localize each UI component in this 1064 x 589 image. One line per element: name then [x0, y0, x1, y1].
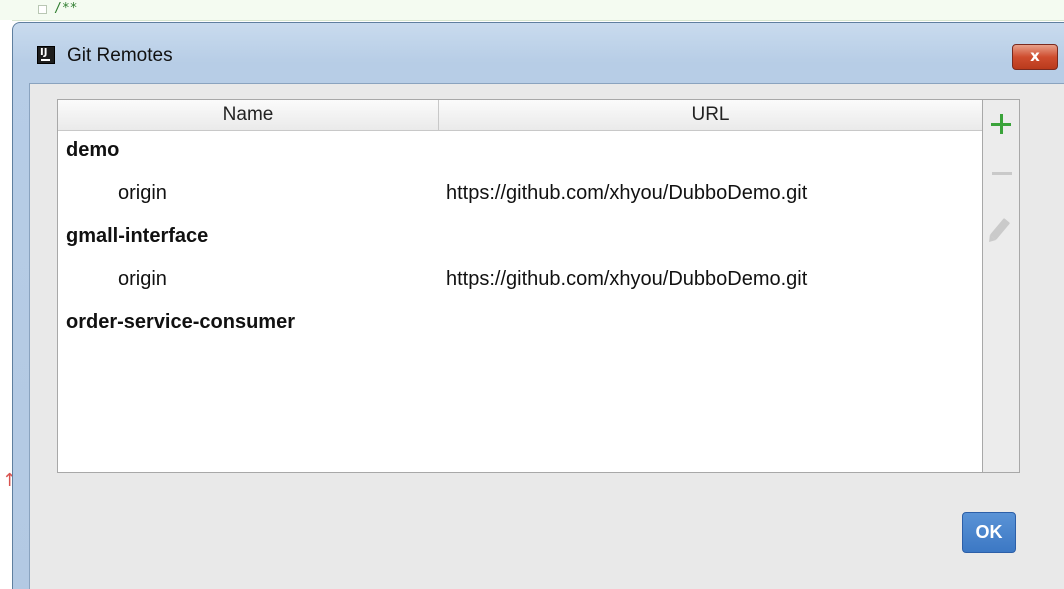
- intellij-app-icon: IJ: [37, 46, 55, 64]
- ok-button[interactable]: OK: [962, 512, 1016, 553]
- remotes-toolbar: [983, 99, 1020, 473]
- module-name: gmall-interface: [66, 225, 209, 247]
- column-header-url[interactable]: URL: [439, 100, 982, 130]
- add-icon[interactable]: [991, 114, 1011, 134]
- remote-name: origin: [118, 268, 167, 290]
- fold-marker-icon: [38, 5, 47, 14]
- background-editor: /**: [0, 0, 1064, 21]
- editor-code-line: /**: [54, 1, 78, 16]
- close-button[interactable]: x: [1012, 44, 1058, 70]
- close-icon: x: [1030, 47, 1040, 65]
- git-remotes-dialog: IJ Git Remotes x Name URL demo origin ht…: [12, 22, 1064, 589]
- app-icon-text: IJ: [40, 47, 48, 58]
- remove-icon[interactable]: [992, 172, 1012, 175]
- dialog-content: Name URL demo origin https://github.com/…: [29, 83, 1064, 589]
- module-name: order-service-consumer: [66, 311, 295, 333]
- dialog-title: Git Remotes: [67, 45, 173, 66]
- remote-name: origin: [118, 182, 167, 204]
- table-header: Name URL: [58, 100, 982, 131]
- table-row[interactable]: origin https://github.com/xhyou/DubboDem…: [58, 260, 982, 303]
- table-row[interactable]: order-service-consumer: [58, 303, 982, 346]
- table-row[interactable]: origin https://github.com/xhyou/DubboDem…: [58, 174, 982, 217]
- remotes-table: Name URL demo origin https://github.com/…: [57, 99, 983, 473]
- remote-url: https://github.com/xhyou/DubboDemo.git: [446, 182, 808, 204]
- column-header-name[interactable]: Name: [58, 100, 439, 130]
- dialog-titlebar[interactable]: IJ Git Remotes x: [13, 23, 1064, 85]
- table-row[interactable]: gmall-interface: [58, 217, 982, 260]
- editor-gutter: ↑: [0, 20, 17, 589]
- edit-icon[interactable]: [989, 218, 1011, 240]
- table-body: demo origin https://github.com/xhyou/Dub…: [58, 131, 982, 346]
- remote-url: https://github.com/xhyou/DubboDemo.git: [446, 268, 808, 290]
- module-name: demo: [66, 139, 120, 161]
- table-row[interactable]: demo: [58, 131, 982, 174]
